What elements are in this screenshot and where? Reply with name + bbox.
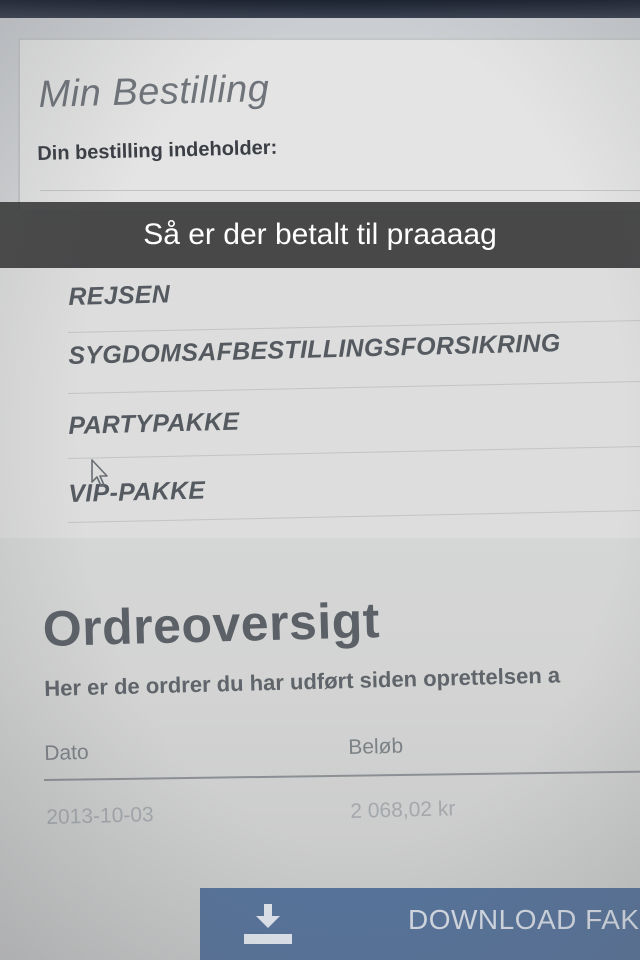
list-item: VIP-PAKKE xyxy=(68,476,206,508)
order-panel-title: Min Bestilling xyxy=(38,67,270,116)
download-button-label: DOWNLOAD FAK xyxy=(408,904,640,935)
order-overview-title: Ordreoversigt xyxy=(42,592,381,657)
download-invoice-button[interactable]: DOWNLOAD FAK xyxy=(200,888,640,960)
download-icon xyxy=(244,904,292,944)
table-header-rule xyxy=(44,770,640,781)
list-item: PARTYPAKKE xyxy=(68,407,240,440)
table-cell-amount: 2 068,02 kr xyxy=(350,797,456,823)
snap-caption-text: Så er der betalt til praaaag xyxy=(143,218,497,251)
mouse-cursor-icon xyxy=(91,459,108,487)
column-header-date: Dato xyxy=(44,740,89,765)
table-cell-date: 2013-10-03 xyxy=(46,803,154,829)
list-item: REJSEN xyxy=(68,280,171,311)
snap-caption-bar: Så er der betalt til praaaag xyxy=(0,202,640,268)
divider xyxy=(40,190,640,191)
screen-bezel xyxy=(0,0,640,18)
order-panel-subtitle: Din bestilling indeholder: xyxy=(37,136,278,165)
order-panel: Min Bestilling Din bestilling indeholder… xyxy=(18,38,640,210)
column-header-amount: Beløb xyxy=(348,734,404,759)
order-overview-description: Her er de ordrer du har udført siden opr… xyxy=(44,662,561,701)
